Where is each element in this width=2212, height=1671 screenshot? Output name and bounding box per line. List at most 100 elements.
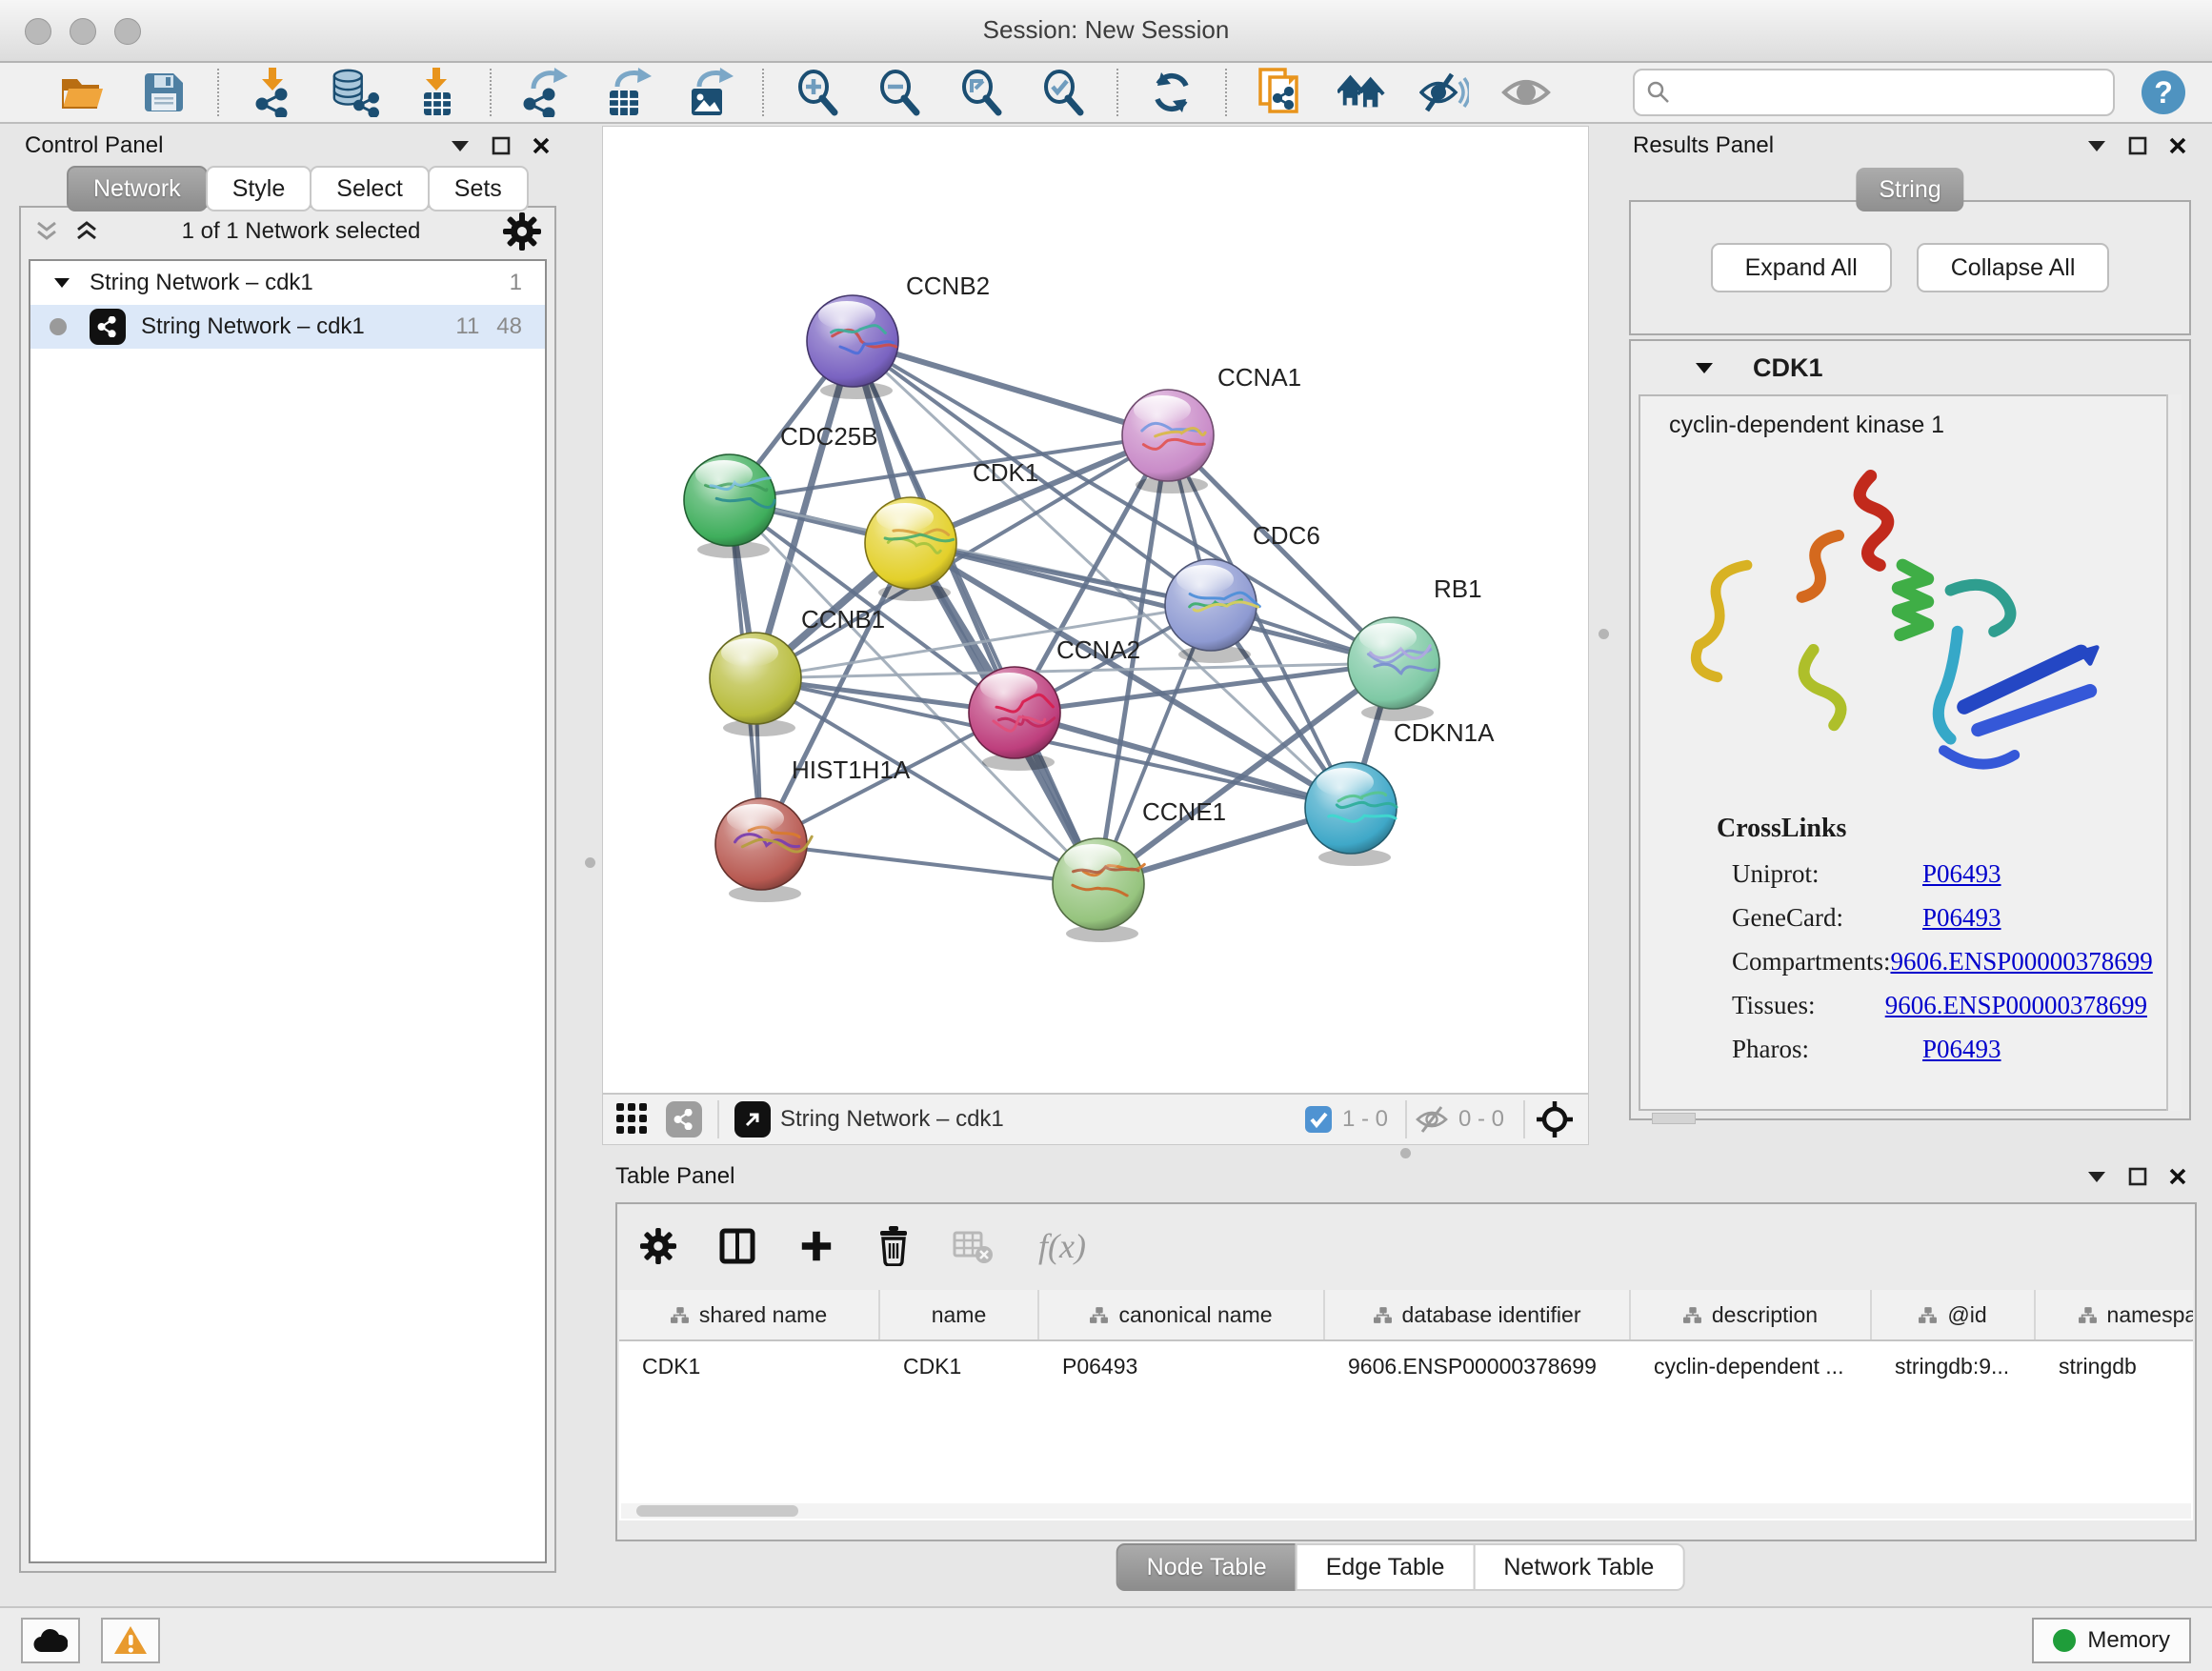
- tab-network-table[interactable]: Network Table: [1473, 1543, 1684, 1591]
- network-canvas[interactable]: CCNB2CCNA1CDC25BCDK1CDC6RB1CCNB1CCNA2CDK…: [603, 127, 1588, 1093]
- edge-CCNB2-RB1[interactable]: [853, 341, 1394, 663]
- crosslink-link[interactable]: 9606.ENSP00000378699: [1890, 947, 2152, 976]
- first-neighbors-icon[interactable]: [1337, 68, 1387, 117]
- tab-sets[interactable]: Sets: [428, 166, 529, 211]
- gene-name: CDK1: [1753, 353, 1823, 383]
- add-column-icon[interactable]: [798, 1228, 835, 1264]
- node-CCNB2[interactable]: CCNB2: [807, 272, 990, 399]
- right-splitter-grip[interactable]: [1599, 629, 1609, 639]
- node-label-CDC6: CDC6: [1253, 521, 1320, 550]
- column-header-namespace[interactable]: namespace: [2036, 1290, 2193, 1339]
- collection-expander-icon[interactable]: [53, 277, 70, 289]
- collapse-all-networks-icon[interactable]: [34, 219, 59, 244]
- column-header-name[interactable]: name: [880, 1290, 1039, 1339]
- node-CCNB1[interactable]: CCNB1: [710, 605, 885, 736]
- float-panel-icon[interactable]: [492, 136, 511, 155]
- crosslink-link[interactable]: 9606.ENSP00000378699: [1885, 991, 2147, 1020]
- close-panel-icon[interactable]: [2168, 1167, 2187, 1186]
- panel-menu-icon[interactable]: [2086, 139, 2107, 152]
- delete-table-icon: [953, 1227, 995, 1265]
- results-vscroll[interactable]: [2166, 394, 2182, 1111]
- zoom-in-icon[interactable]: [793, 68, 842, 117]
- expand-all-networks-icon[interactable]: [74, 219, 99, 244]
- table-settings-gear-icon[interactable]: [640, 1228, 676, 1264]
- memory-button[interactable]: Memory: [2032, 1618, 2191, 1663]
- table-hscroll-thumb[interactable]: [636, 1505, 798, 1517]
- import-table-file-icon[interactable]: [412, 68, 461, 117]
- birds-eye-view-icon[interactable]: [1535, 1099, 1575, 1139]
- tab-style[interactable]: Style: [206, 166, 312, 211]
- column-type-icon: [671, 1306, 690, 1324]
- network-view-string-icon[interactable]: [666, 1101, 702, 1137]
- table-row[interactable]: CDK1CDK1P064939606.ENSP00000378699cyclin…: [619, 1341, 2193, 1391]
- node-HIST1H1A[interactable]: HIST1H1A: [715, 755, 911, 902]
- tab-node-table[interactable]: Node Table: [1116, 1543, 1297, 1591]
- results-hscroll-thumb[interactable]: [1652, 1113, 1696, 1124]
- zoom-fit-icon[interactable]: [956, 68, 1006, 117]
- export-table-icon[interactable]: [602, 68, 652, 117]
- float-panel-icon[interactable]: [2128, 136, 2147, 155]
- clone-network-icon[interactable]: [1256, 68, 1305, 117]
- network-selected-summary: 1 of 1 Network selected: [99, 218, 503, 245]
- tab-edge-table[interactable]: Edge Table: [1296, 1543, 1476, 1591]
- crosslink-link[interactable]: P06493: [1922, 859, 2001, 889]
- edge-CCNB2-CCNA1[interactable]: [853, 341, 1168, 435]
- column-header-shared-name[interactable]: shared name: [619, 1290, 880, 1339]
- gear-icon[interactable]: [503, 212, 541, 251]
- table-panel: Table Panel f(x) shared namenamecanonica…: [602, 1157, 2201, 1597]
- tab-select[interactable]: Select: [310, 166, 429, 211]
- open-session-icon[interactable]: [57, 68, 107, 117]
- grid-view-icon[interactable]: [616, 1103, 649, 1136]
- column-header-database-identifier[interactable]: database identifier: [1325, 1290, 1631, 1339]
- table-hscroll[interactable]: [621, 1503, 2191, 1519]
- node-CCNA1[interactable]: CCNA1: [1122, 363, 1301, 493]
- column-header-description[interactable]: description: [1631, 1290, 1872, 1339]
- delete-column-icon[interactable]: [876, 1226, 911, 1266]
- control-panel-tabs: NetworkStyleSelectSets: [67, 166, 527, 211]
- panel-menu-icon[interactable]: [450, 139, 471, 152]
- crosslink-link[interactable]: P06493: [1922, 1035, 2001, 1064]
- column-type-icon: [2079, 1306, 2098, 1324]
- search-input[interactable]: [1679, 72, 2113, 112]
- table-cell: stringdb:9...: [1872, 1341, 2036, 1391]
- crosslink-label: Pharos:: [1732, 1035, 1922, 1064]
- help-icon[interactable]: ?: [2142, 70, 2185, 114]
- section-expander-icon[interactable]: [1694, 361, 1715, 374]
- expand-all-button[interactable]: Expand All: [1711, 243, 1892, 292]
- zoom-out-icon[interactable]: [875, 68, 924, 117]
- left-splitter-grip[interactable]: [585, 857, 595, 868]
- close-panel-icon[interactable]: [532, 136, 551, 155]
- close-panel-icon[interactable]: [2168, 136, 2187, 155]
- node-RB1[interactable]: RB1: [1348, 574, 1482, 721]
- import-network-file-icon[interactable]: [248, 68, 297, 117]
- crosslink-link[interactable]: P06493: [1922, 903, 2001, 933]
- export-network-icon[interactable]: [520, 68, 570, 117]
- tab-network[interactable]: Network: [67, 166, 208, 211]
- node-label-CCNA2: CCNA2: [1056, 635, 1140, 664]
- hide-selected-eye-icon[interactable]: [1419, 68, 1469, 117]
- export-image-icon[interactable]: [684, 68, 734, 117]
- cloud-button[interactable]: [21, 1618, 80, 1663]
- panel-menu-icon[interactable]: [2086, 1170, 2107, 1183]
- collapse-all-button[interactable]: Collapse All: [1917, 243, 2110, 292]
- column-header--id[interactable]: @id: [1872, 1290, 2036, 1339]
- edge-HIST1H1A-CCNE1[interactable]: [761, 844, 1098, 884]
- selected-checkbox-icon[interactable]: [1304, 1105, 1333, 1134]
- node-CCNE1[interactable]: CCNE1: [1053, 797, 1226, 942]
- refresh-icon[interactable]: [1147, 68, 1196, 117]
- network-row[interactable]: String Network – cdk1 11 48: [30, 305, 545, 349]
- show-hidden-eye-icon[interactable]: [1501, 68, 1551, 117]
- tab-string[interactable]: String: [1856, 168, 1963, 211]
- show-columns-icon[interactable]: [718, 1227, 756, 1265]
- warnings-button[interactable]: [101, 1618, 160, 1663]
- network-collection-row[interactable]: String Network – cdk1 1: [30, 261, 545, 305]
- node-CDKN1A[interactable]: CDKN1A: [1305, 718, 1495, 866]
- save-session-icon[interactable]: [139, 68, 189, 117]
- horizontal-splitter-grip[interactable]: [1400, 1148, 1411, 1158]
- import-network-database-icon[interactable]: [330, 68, 379, 117]
- detach-view-icon[interactable]: [734, 1101, 771, 1137]
- zoom-selected-icon[interactable]: [1038, 68, 1088, 117]
- float-panel-icon[interactable]: [2128, 1167, 2147, 1186]
- function-builder-icon: f(x): [1036, 1223, 1113, 1269]
- column-header-canonical-name[interactable]: canonical name: [1039, 1290, 1325, 1339]
